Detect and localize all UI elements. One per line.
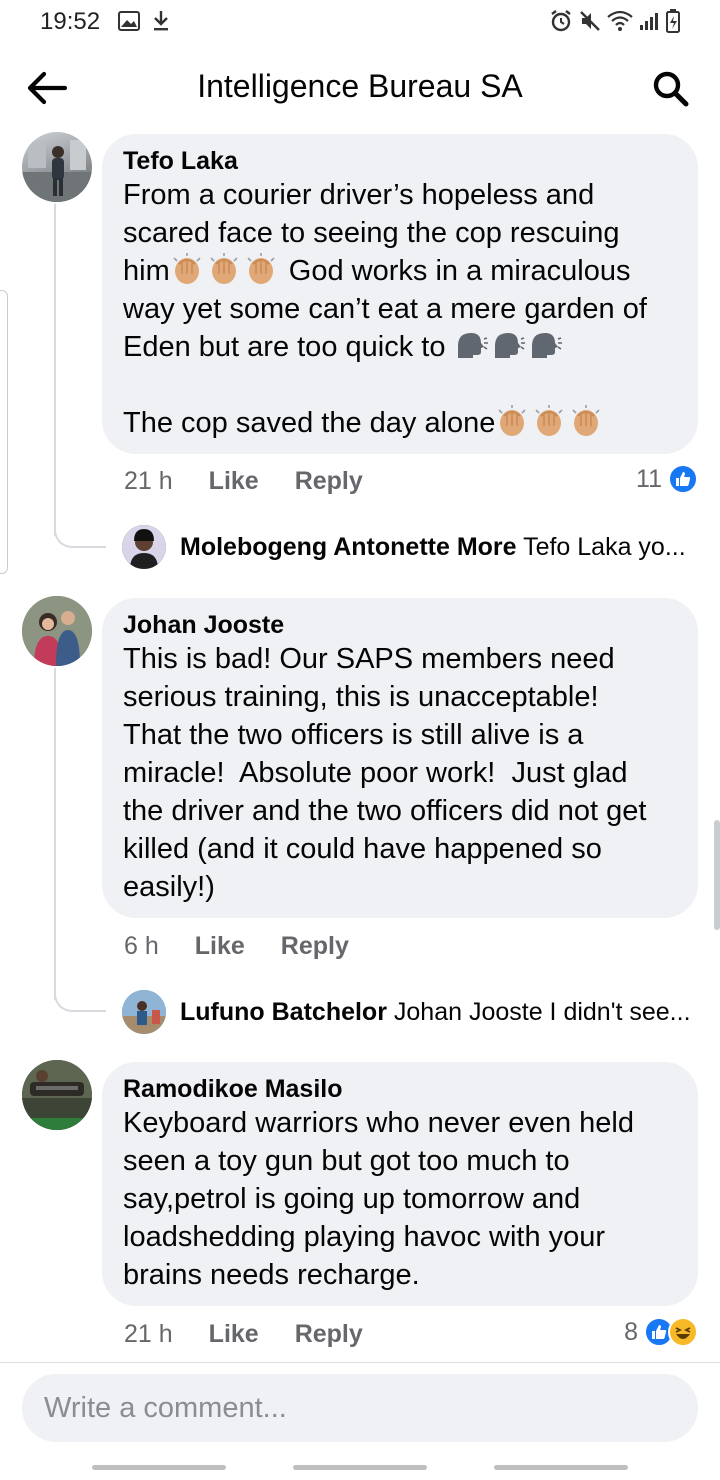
like-button[interactable]: Like xyxy=(209,467,259,496)
clap-emoji xyxy=(532,404,566,438)
comment-time[interactable]: 21 h xyxy=(124,467,173,496)
reaction-count: 11 xyxy=(636,464,662,493)
comment-line: From a courier driver’s hopeless and xyxy=(123,179,595,211)
search-icon xyxy=(653,71,689,107)
comment-text: This is bad! Our SAPS members need serio… xyxy=(123,643,647,903)
comment-line: scared face to seeing the cop rescuing xyxy=(123,217,620,249)
reply-button[interactable]: Reply xyxy=(295,1320,363,1349)
reply-button[interactable]: Reply xyxy=(295,467,363,496)
reaction-count: 8 xyxy=(624,1317,638,1346)
speaking-head-emoji xyxy=(528,328,562,362)
comment-text: From a courier driver’s hopeless and sca… xyxy=(123,176,678,442)
mute-icon xyxy=(578,8,602,34)
clap-emoji xyxy=(170,252,204,286)
page-title: Intelligence Bureau SA xyxy=(197,68,523,104)
gallery-icon xyxy=(116,8,142,34)
like-button[interactable]: Like xyxy=(195,932,245,961)
reply-preview[interactable]: Molebogeng Antonette More Tefo Laka yo..… xyxy=(180,533,700,562)
thread-elbow xyxy=(54,992,106,1012)
comment-bubble: Tefo Laka From a courier driver’s hopele… xyxy=(102,134,698,454)
clap-emoji xyxy=(495,404,529,438)
thread-line xyxy=(54,204,56,536)
thread-line xyxy=(54,668,56,1000)
reply-preview[interactable]: Lufuno Batchelor Johan Jooste I didn't s… xyxy=(180,998,700,1027)
speaking-head-emoji xyxy=(491,328,525,362)
download-icon xyxy=(150,8,172,34)
signal-icon xyxy=(638,8,660,34)
side-panel-edge xyxy=(0,290,8,574)
comment-bubble: Johan Jooste This is bad! Our SAPS membe… xyxy=(102,598,698,918)
reply-button[interactable]: Reply xyxy=(281,932,349,961)
app-header: Intelligence Bureau SA xyxy=(0,48,720,128)
nav-handle[interactable] xyxy=(92,1465,226,1470)
comment-input[interactable] xyxy=(22,1374,698,1442)
comment-line: way yet some can’t eat a mere garden of xyxy=(123,293,647,325)
reply-author[interactable]: Molebogeng Antonette More xyxy=(180,533,517,561)
avatar[interactable] xyxy=(122,525,166,569)
like-button[interactable]: Like xyxy=(209,1320,259,1349)
status-bar: 19:52 xyxy=(0,0,720,44)
avatar[interactable] xyxy=(22,596,92,666)
reply-snippet: Johan Jooste I didn't see... xyxy=(393,998,691,1026)
scrollbar-thumb[interactable] xyxy=(714,820,720,930)
battery-icon xyxy=(664,8,682,34)
comment-line: God works in a miraculous xyxy=(288,255,631,287)
avatar[interactable] xyxy=(22,132,92,202)
search-button[interactable] xyxy=(648,66,694,112)
thread-elbow xyxy=(54,528,106,548)
clap-emoji xyxy=(569,404,603,438)
comment-actions: 21 h Like Reply xyxy=(124,1320,363,1349)
comment-time[interactable]: 6 h xyxy=(124,932,159,961)
comment-actions: 21 h Like Reply xyxy=(124,467,363,496)
comment-bubble: Ramodikoe Masilo Keyboard warriors who n… xyxy=(102,1062,698,1306)
alarm-icon xyxy=(548,8,574,34)
nav-handle[interactable] xyxy=(494,1465,628,1470)
reaction-summary[interactable]: 11 xyxy=(636,464,698,494)
haha-reaction-icon xyxy=(668,1317,698,1347)
comment-line: Eden but are too quick to xyxy=(123,331,446,363)
avatar[interactable] xyxy=(22,1060,92,1130)
comment-line: The cop saved the day alone xyxy=(123,407,496,439)
comment-author[interactable]: Tefo Laka xyxy=(123,146,678,176)
nav-handle[interactable] xyxy=(293,1465,427,1470)
comment-text: Keyboard warriors who never even held se… xyxy=(123,1107,634,1291)
reply-author[interactable]: Lufuno Batchelor xyxy=(180,998,387,1026)
system-nav-bar xyxy=(0,1452,720,1480)
speaking-head-emoji xyxy=(454,328,488,362)
comment-author[interactable]: Johan Jooste xyxy=(123,610,678,640)
comment-time[interactable]: 21 h xyxy=(124,1320,173,1349)
like-reaction-icon xyxy=(668,464,698,494)
comment-line: him xyxy=(123,255,170,287)
clap-emoji xyxy=(207,252,241,286)
status-time: 19:52 xyxy=(40,8,101,35)
reaction-summary[interactable]: 8 xyxy=(624,1317,698,1347)
comment-author[interactable]: Ramodikoe Masilo xyxy=(123,1074,678,1104)
comment-actions: 6 h Like Reply xyxy=(124,932,349,961)
reply-snippet: Tefo Laka yo... xyxy=(523,533,686,561)
wifi-icon xyxy=(606,8,634,34)
avatar[interactable] xyxy=(122,990,166,1034)
composer-divider xyxy=(0,1362,720,1363)
clap-emoji xyxy=(244,252,278,286)
comment-composer[interactable] xyxy=(22,1374,698,1442)
